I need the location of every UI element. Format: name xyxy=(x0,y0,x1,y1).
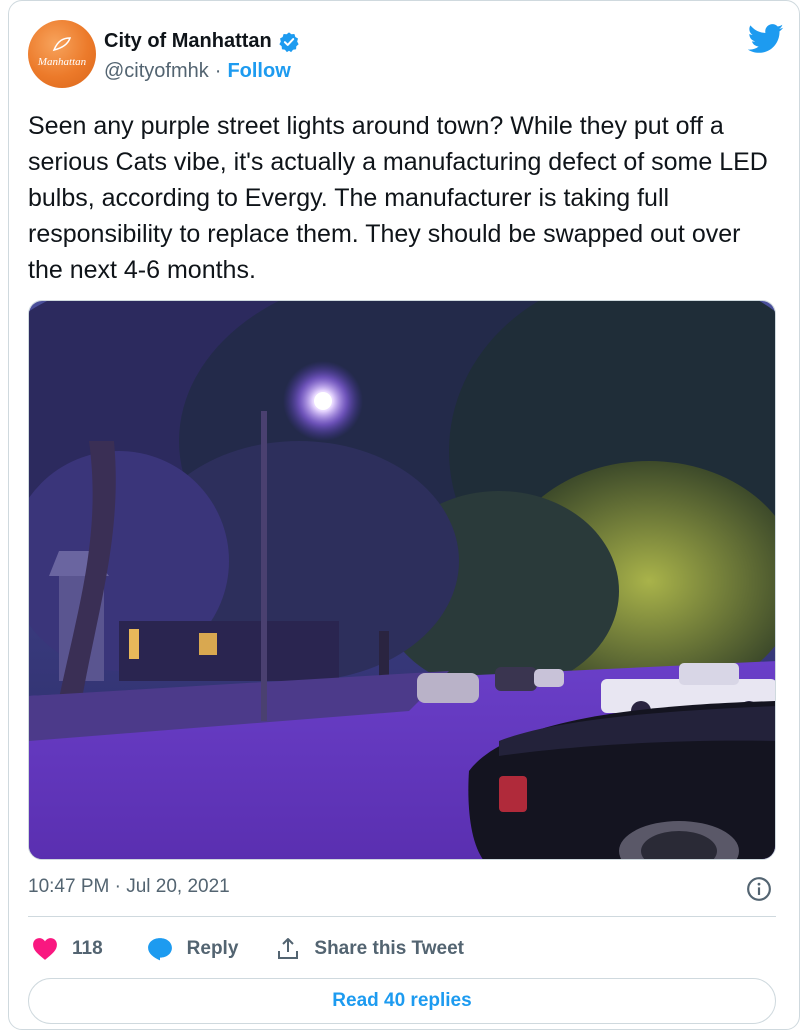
tweet-photo[interactable] xyxy=(28,300,776,860)
share-label: Share this Tweet xyxy=(314,938,464,959)
handle-row: @cityofmhk · Follow xyxy=(104,60,291,83)
like-button[interactable]: 118 xyxy=(32,937,103,961)
separator-dot: · xyxy=(214,60,222,82)
reply-bubble-icon xyxy=(147,938,172,961)
author-name-row[interactable]: City of Manhattan xyxy=(104,30,300,53)
reply-button[interactable]: Reply xyxy=(147,937,239,961)
like-count: 118 xyxy=(72,938,103,959)
divider xyxy=(28,916,776,917)
reply-label: Reply xyxy=(186,938,239,959)
verified-badge-icon xyxy=(279,31,299,52)
tweet-actions: 118 Reply Share this Tweet xyxy=(32,932,464,966)
avatar[interactable]: Manhattan xyxy=(28,20,96,88)
info-icon[interactable] xyxy=(746,876,772,902)
tweet-timestamp[interactable]: 10:47 PM · Jul 20, 2021 xyxy=(28,876,230,898)
read-replies-button[interactable]: Read 40 replies xyxy=(28,978,776,1024)
twitter-bird-icon[interactable] xyxy=(748,24,784,54)
author-handle[interactable]: @cityofmhk xyxy=(104,60,209,83)
share-icon xyxy=(278,938,299,959)
street-scene-image xyxy=(29,301,775,859)
follow-link[interactable]: Follow xyxy=(227,60,290,83)
heart-icon xyxy=(33,938,57,960)
logo-leaf-icon xyxy=(52,37,72,52)
share-button[interactable]: Share this Tweet xyxy=(276,937,464,961)
avatar-logo-text: Manhattan xyxy=(37,56,87,68)
tweet-text: Seen any purple street lights around tow… xyxy=(28,112,768,284)
author-name[interactable]: City of Manhattan xyxy=(104,30,272,53)
